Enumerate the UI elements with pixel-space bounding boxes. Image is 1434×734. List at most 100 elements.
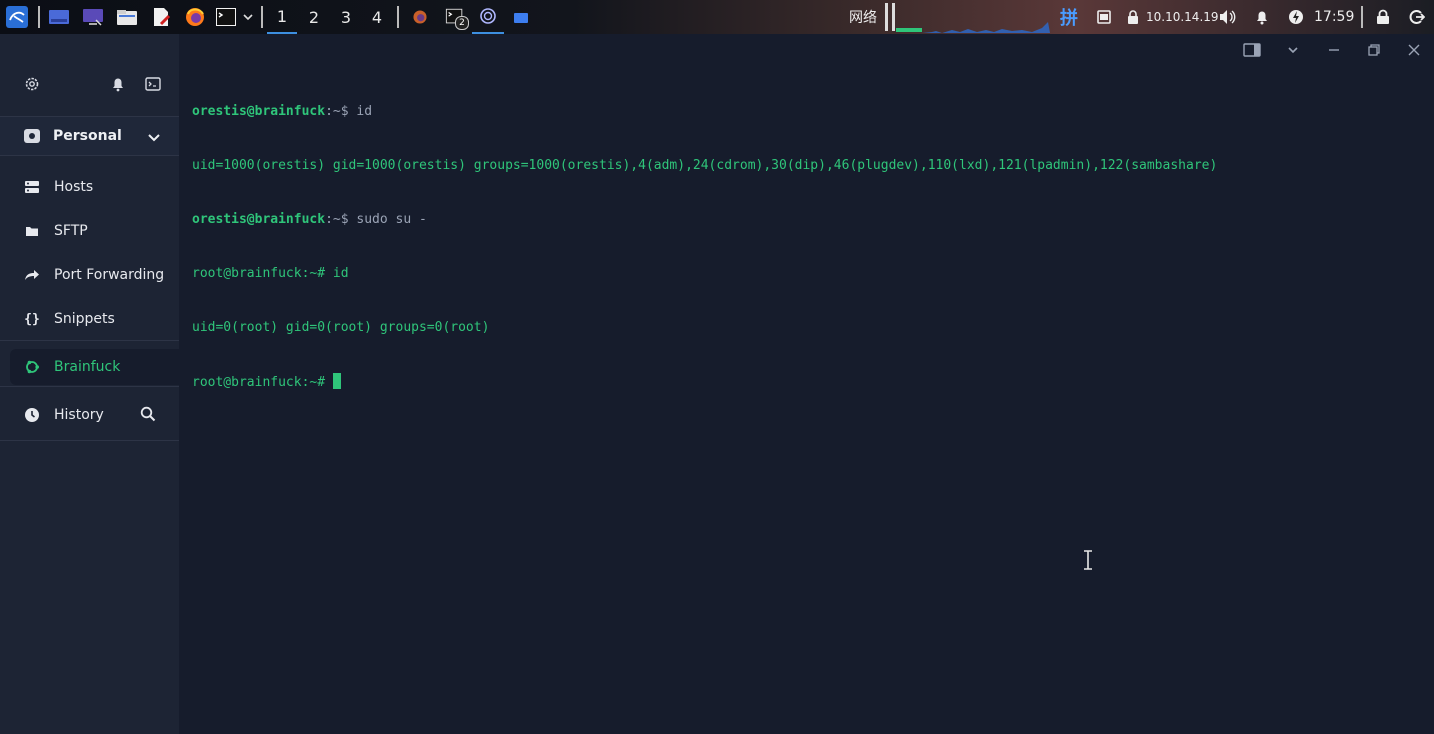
sidebar-item-history[interactable]: History xyxy=(10,397,130,433)
logout-icon xyxy=(1409,10,1425,24)
new-terminal-button[interactable] xyxy=(143,74,163,94)
command-output: uid=1000(orestis) gid=1000(orestis) grou… xyxy=(192,158,1218,173)
network-label[interactable]: 网络 xyxy=(849,0,877,34)
window-files[interactable] xyxy=(508,0,534,34)
terminal-output[interactable]: orestis@brainfuck:~$ id uid=1000(orestis… xyxy=(192,67,1217,427)
kali-menu-button[interactable] xyxy=(2,0,32,34)
workspace-4[interactable]: 4 xyxy=(362,0,392,34)
vpn-ip-address: 10.10.14.19 xyxy=(1146,10,1219,24)
split-view-button[interactable] xyxy=(1237,38,1267,62)
gear-icon xyxy=(25,77,39,91)
command-text: sudo su - xyxy=(356,212,427,227)
clipboard-icon xyxy=(1097,10,1111,24)
firefox-icon xyxy=(186,8,204,26)
ubuntu-icon xyxy=(24,359,40,375)
terminal-line: uid=1000(orestis) gid=1000(orestis) grou… xyxy=(192,157,1217,175)
snippets-icon: {} xyxy=(24,311,40,327)
notifications-button[interactable] xyxy=(108,74,128,94)
folder-icon xyxy=(117,10,137,25)
terminal-line: orestis@brainfuck:~$ sudo su - xyxy=(192,211,1217,229)
sidebar-divider xyxy=(0,386,179,387)
vault-icon xyxy=(23,127,41,145)
power-manager-button[interactable] xyxy=(1286,0,1306,34)
memory-meter xyxy=(892,3,895,31)
sidebar-item-hosts[interactable]: Hosts xyxy=(10,169,178,205)
input-method-indicator[interactable]: 拼 xyxy=(1060,0,1078,34)
speaker-icon xyxy=(1220,10,1236,24)
show-desktop-button[interactable] xyxy=(46,0,72,34)
workspace-1[interactable]: 1 xyxy=(267,0,297,34)
sidebar-item-label: Snippets xyxy=(54,311,115,327)
sidebar-divider xyxy=(0,440,179,441)
sidebar-item-label: Port Forwarding xyxy=(54,267,165,283)
workspace-3[interactable]: 3 xyxy=(331,0,361,34)
terminal-line: root@brainfuck:~# xyxy=(192,373,1217,391)
hosts-icon xyxy=(24,179,40,195)
termius-sidebar: Personal Hosts SFTP Port Forwarding {} S… xyxy=(0,34,179,734)
restore-icon xyxy=(1368,44,1380,56)
search-icon xyxy=(140,406,156,422)
terminal-pane[interactable]: orestis@brainfuck:~$ id uid=1000(orestis… xyxy=(179,34,1434,734)
prompt-path: :~$ xyxy=(325,212,357,227)
cpu-meter xyxy=(885,3,888,31)
root-prompt: root@brainfuck:~# xyxy=(192,266,333,281)
terminal-launcher-button[interactable] xyxy=(214,0,238,34)
sidebar-item-snippets[interactable]: {} Snippets xyxy=(10,301,178,337)
clipboard-button[interactable] xyxy=(1094,0,1114,34)
window-termius[interactable] xyxy=(472,0,504,34)
minimize-button[interactable] xyxy=(1319,38,1349,62)
prompt-user-host: orestis@brainfuck xyxy=(192,104,326,119)
folder-icon xyxy=(24,223,40,239)
vpn-status-button[interactable] xyxy=(1124,0,1142,34)
command-text: id xyxy=(332,266,349,281)
restore-button[interactable] xyxy=(1359,38,1389,62)
battery-charging-icon xyxy=(1289,10,1303,24)
split-panel-icon xyxy=(1243,43,1261,57)
taskbar-separator xyxy=(397,6,399,28)
sidebar-item-session-brainfuck[interactable]: Brainfuck xyxy=(10,349,179,385)
folder-icon xyxy=(514,13,528,23)
port-forward-icon xyxy=(24,267,40,283)
terminal-icon xyxy=(216,8,236,26)
terminal-line: uid=0(root) gid=0(root) groups=0(root) xyxy=(192,319,1217,337)
close-button[interactable] xyxy=(1399,38,1429,62)
firefox-icon xyxy=(413,10,427,24)
settings-button[interactable] xyxy=(22,74,42,94)
sidebar-divider xyxy=(0,340,179,341)
workspace-2[interactable]: 2 xyxy=(299,0,329,34)
volume-button[interactable] xyxy=(1216,0,1238,34)
command-text: id xyxy=(356,104,373,119)
sidebar-item-sftp[interactable]: SFTP xyxy=(10,213,178,249)
desktop-icon xyxy=(49,10,69,24)
tab-menu-button[interactable] xyxy=(1278,38,1308,62)
command-output: uid=0(root) gid=0(root) groups=0(root) xyxy=(192,320,490,335)
window-firefox[interactable] xyxy=(406,0,434,34)
taskbar-separator xyxy=(261,6,263,28)
window-terminal-group[interactable]: 2 xyxy=(440,0,470,34)
chevron-down-icon xyxy=(1288,47,1298,54)
file-manager-button[interactable] xyxy=(114,0,140,34)
lock-screen-button[interactable] xyxy=(1372,0,1394,34)
firefox-launcher-button[interactable] xyxy=(182,0,208,34)
sidebar-item-label: Hosts xyxy=(54,179,94,195)
sidebar-item-port-forwarding[interactable]: Port Forwarding xyxy=(10,257,178,293)
text-editor-button[interactable] xyxy=(148,0,174,34)
text-cursor-icon xyxy=(1084,550,1092,570)
clock[interactable]: 17:59 xyxy=(1314,0,1354,34)
vault-selector[interactable]: Personal xyxy=(0,116,179,156)
prompt-path: :~$ xyxy=(325,104,357,119)
root-prompt: root@brainfuck:~# xyxy=(192,375,333,390)
top-taskbar: 1 2 3 4 2 网络 拼 10.10.14.19 17:59 xyxy=(0,0,1434,34)
vpn-lock-icon xyxy=(1128,10,1138,24)
bell-icon xyxy=(1257,11,1267,25)
bell-icon xyxy=(113,78,123,92)
logout-button[interactable] xyxy=(1406,0,1428,34)
launcher-dropdown-button[interactable] xyxy=(240,0,256,34)
vault-name: Personal xyxy=(53,128,122,144)
monitor-icon xyxy=(83,9,103,26)
notifications-button[interactable] xyxy=(1252,0,1272,34)
screenshot-tool-button[interactable] xyxy=(80,0,106,34)
terminal-cursor xyxy=(332,373,341,389)
history-search-button[interactable] xyxy=(140,406,158,424)
network-traffic-graph xyxy=(922,22,1050,33)
